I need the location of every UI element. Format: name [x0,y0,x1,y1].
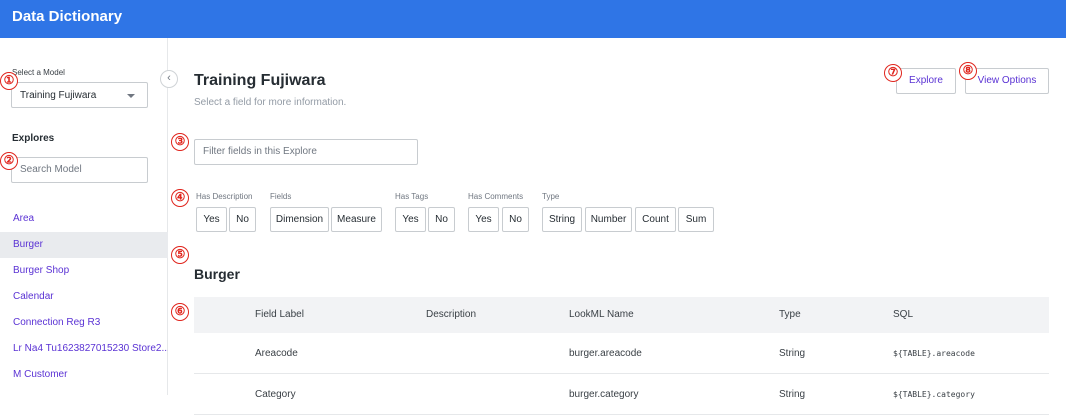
type-count-button[interactable]: Count [635,207,676,232]
has-tags-label: Has Tags [395,192,429,201]
annotation-marker-1: ① [0,72,18,90]
column-header-field-label[interactable]: Field Label [255,297,304,333]
sql-cell: ${TABLE}.areacode [893,349,975,358]
sidebar-item-calendar[interactable]: Calendar [0,284,168,310]
type-sum-button[interactable]: Sum [678,207,714,232]
model-select[interactable]: Training Fujiwara [11,82,148,108]
annotation-marker-2: ② [0,152,18,170]
table-header-row: Field Label Description LookML Name Type… [194,297,1049,333]
section-title: Burger [194,266,240,282]
annotation-marker-7: ⑦ [884,64,902,82]
fields-dimension-button[interactable]: Dimension [270,207,329,232]
table-row[interactable]: Areacode burger.areacode String ${TABLE}… [194,333,1049,374]
explore-list: Area Burger Burger Shop Calendar Connect… [0,206,168,388]
lookml-name-cell: burger.areacode [569,348,642,359]
app-title: Data Dictionary [12,8,123,25]
column-header-description[interactable]: Description [426,297,476,333]
filter-fields-input[interactable]: Filter fields in this Explore [194,139,418,165]
column-header-type[interactable]: Type [779,297,801,333]
annotation-marker-5: ⑤ [171,246,189,264]
explore-button[interactable]: Explore [896,68,956,94]
column-header-lookml-name[interactable]: LookML Name [569,297,634,333]
chevron-left-icon: ‹ [167,72,171,84]
view-options-button[interactable]: View Options [965,68,1049,94]
annotation-marker-6: ⑥ [171,303,189,321]
fields-label: Fields [270,192,292,201]
has-description-yes-button[interactable]: Yes [196,207,227,232]
has-description-no-button[interactable]: No [229,207,256,232]
annotation-marker-3: ③ [171,133,189,151]
has-comments-no-button[interactable]: No [502,207,529,232]
page-title: Training Fujiwara [194,72,326,89]
sidebar-item-burger-shop[interactable]: Burger Shop [0,258,168,284]
chevron-down-icon [127,94,135,98]
model-select-value: Training Fujiwara [20,90,97,101]
annotation-marker-4: ④ [171,189,189,207]
sidebar-item-connection-reg-r3[interactable]: Connection Reg R3 [0,310,168,336]
has-tags-no-button[interactable]: No [428,207,455,232]
type-cell: String [779,348,806,359]
has-description-label: Has Description [196,192,253,201]
has-comments-yes-button[interactable]: Yes [468,207,499,232]
has-comments-label: Has Comments [468,192,524,201]
page-subtitle: Select a field for more information. [194,97,347,108]
search-model-input[interactable]: Search Model [11,157,148,183]
fields-measure-button[interactable]: Measure [331,207,382,232]
type-string-button[interactable]: String [542,207,582,232]
sidebar-item-burger[interactable]: Burger [0,232,168,258]
top-bar: Data Dictionary [0,0,1066,38]
type-label: Type [542,192,560,201]
sidebar-item-m-customer[interactable]: M Customer [0,362,168,388]
field-label-cell: Areacode [255,348,298,359]
model-select-label: Select a Model [12,68,65,77]
collapse-sidebar-button[interactable]: ‹ [160,70,178,88]
column-header-sql[interactable]: SQL [893,297,913,333]
type-number-button[interactable]: Number [585,207,632,232]
sidebar-item-lr-na4[interactable]: Lr Na4 Tu1623827015230 Store2... [0,336,168,362]
has-tags-yes-button[interactable]: Yes [395,207,426,232]
sidebar-item-area[interactable]: Area [0,206,168,232]
explores-heading: Explores [12,133,55,144]
fields-table: Field Label Description LookML Name Type… [194,297,1049,415]
annotation-marker-8: ⑧ [959,62,977,80]
